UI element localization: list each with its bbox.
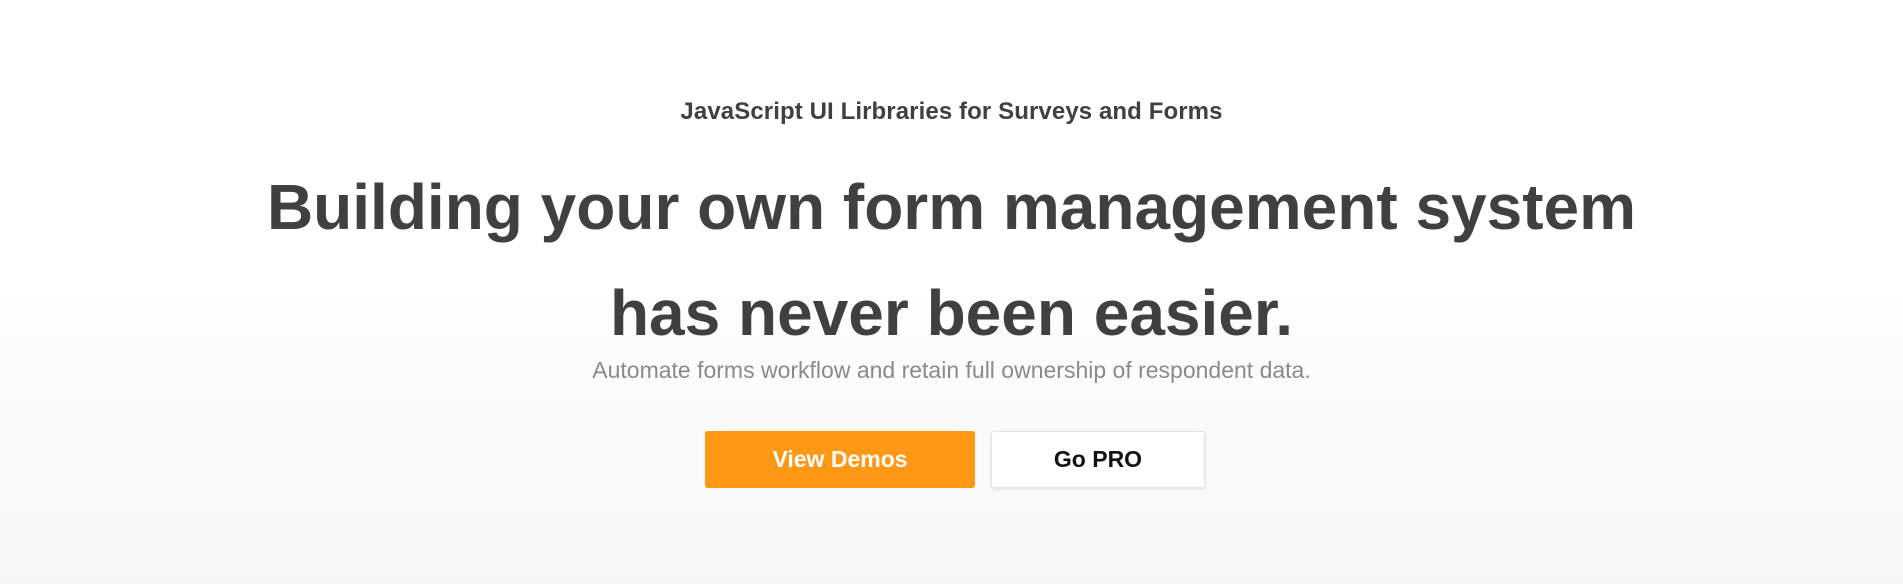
hero-actions: View Demos Go PRO [0, 431, 1903, 488]
hero-section: JavaScript UI Lirbraries for Surveys and… [0, 0, 1903, 584]
hero-eyebrow: JavaScript UI Lirbraries for Surveys and… [680, 98, 1223, 125]
hero-headline: Building your own form management system… [0, 154, 1903, 366]
go-pro-button[interactable]: Go PRO [991, 431, 1205, 488]
hero-headline-line-1: Building your own form management system [266, 171, 1637, 243]
view-demos-button[interactable]: View Demos [705, 431, 975, 488]
hero-headline-line-2: has never been easier. [609, 277, 1294, 349]
hero-subtitle: Automate forms workflow and retain full … [592, 357, 1311, 383]
